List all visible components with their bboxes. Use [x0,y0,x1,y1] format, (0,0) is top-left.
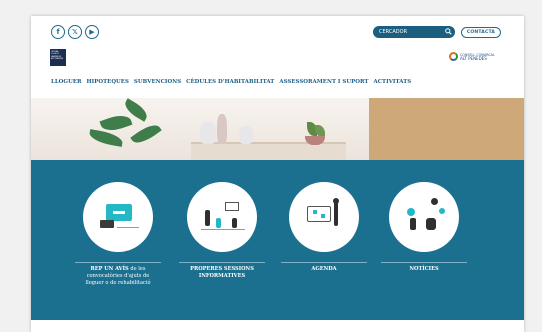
nav-item-activitats[interactable]: ACTIVITATS [373,79,411,85]
card-illustration [289,182,359,252]
card-noticies[interactable]: NOTÍCIES [381,182,467,273]
card-illustration [187,182,257,252]
nav-item-subvencions[interactable]: SUBVENCIONS [134,79,181,85]
card-label-noticies: NOTÍCIES [409,266,439,272]
vase [217,114,227,144]
page: f 𝕏 ▶ CERCADOR CONTACTA OFICINA LOCAL D'… [31,16,524,332]
consell-comarcal-logo[interactable]: CONSELL COMARCAL ALT PENEDÈS [449,52,495,61]
quick-links-section: REP UN AVÍS de les convocatòries d'ajuts… [31,160,524,320]
search-input[interactable]: CERCADOR [373,26,455,38]
x-icon[interactable]: 𝕏 [68,25,82,39]
nav-item-lloguer[interactable]: LLOGUER [51,79,82,85]
console-table [191,142,346,160]
card-properes-sessions[interactable]: PROPERES SESSIONS INFORMATIVES [179,182,265,280]
vase [200,122,216,144]
social-links: f 𝕏 ▶ [51,25,99,39]
contact-button[interactable]: CONTACTA [461,27,501,38]
card-illustration [83,182,153,252]
card-illustration [389,182,459,252]
nav-item-cedules[interactable]: CÈDULES D'HABITABILITAT [186,79,274,85]
nav-item-assessorament[interactable]: ASSESSORAMENT I SUPORT [279,79,368,85]
site-logo[interactable]: OFICINA LOCAL D' HABITATGE ALT PENEDÈS [50,49,66,66]
nav-item-hipoteques[interactable]: HIPOTEQUES [87,79,129,85]
card-label-properes-sessions: PROPERES SESSIONS INFORMATIVES [190,266,254,279]
main-nav: LLOGUER HIPOTEQUES SUBVENCIONS CÈDULES D… [51,79,411,85]
youtube-icon[interactable]: ▶ [85,25,99,39]
card-label-agenda: AGENDA [311,266,337,272]
search-placeholder: CERCADOR [379,29,408,35]
vase [239,126,253,144]
search-icon[interactable] [445,28,452,35]
card-rep-un-avis[interactable]: REP UN AVÍS de les convocatòries d'ajuts… [75,182,161,287]
card-agenda[interactable]: AGENDA [281,182,367,273]
hero-image [31,98,524,160]
facebook-icon[interactable]: f [51,25,65,39]
org-logo-mark-icon [449,52,458,61]
card-label-rep-un-avis: REP UN AVÍS de les convocatòries d'ajuts… [85,266,151,286]
